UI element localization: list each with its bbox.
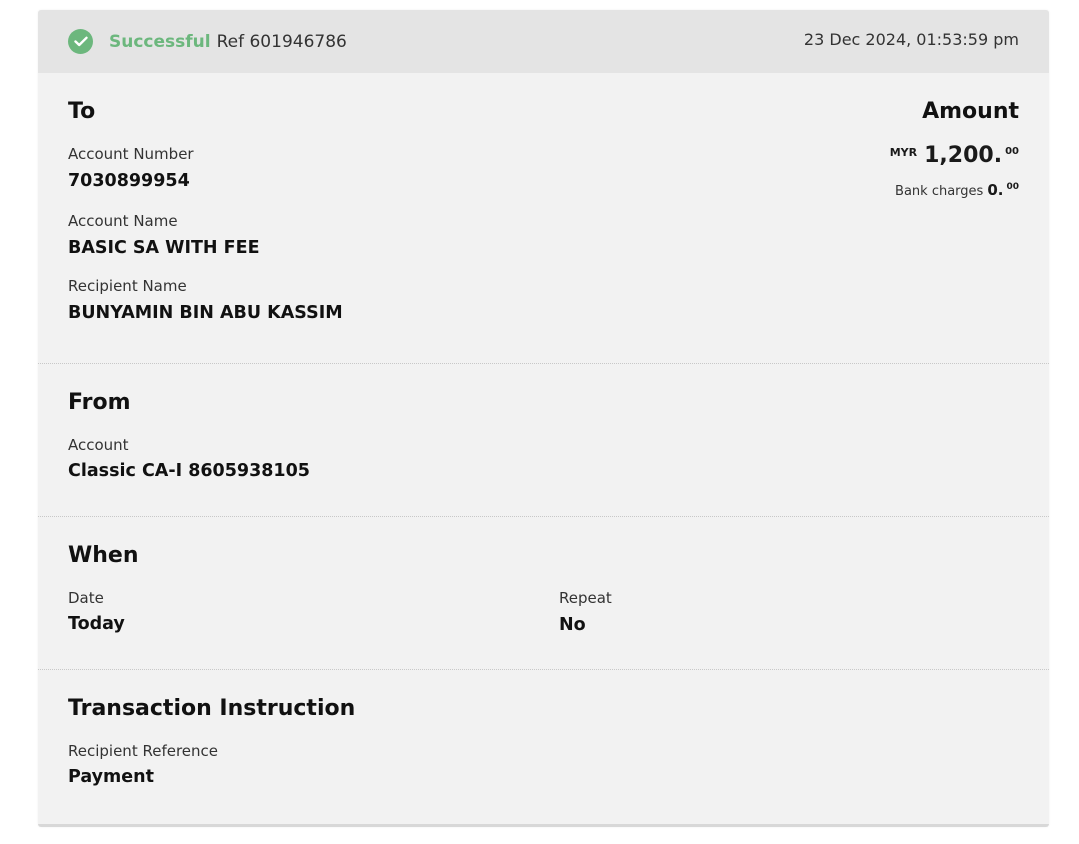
date-value: Today	[68, 614, 125, 634]
account-number-value: 7030899954	[68, 171, 190, 191]
repeat-value: No	[559, 615, 586, 635]
from-account-label: Account	[68, 436, 129, 454]
transaction-datetime: 23 Dec 2024, 01:53:59 pm	[803, 30, 1019, 49]
to-title: To	[68, 99, 96, 124]
from-section: From Account Classic CA-I 8605938105	[38, 364, 1049, 517]
recipient-reference-value: Payment	[68, 767, 154, 787]
status-summary: Successful Ref 601946786	[68, 29, 347, 54]
amount-currency: MYR	[889, 146, 918, 159]
bank-charges-cents: 00	[1006, 182, 1019, 192]
account-name-label: Account Name	[68, 212, 178, 230]
recipient-reference-label: Recipient Reference	[68, 742, 218, 760]
account-name-value: BASIC SA WITH FEE	[68, 238, 260, 258]
instruction-section: Transaction Instruction Recipient Refere…	[38, 670, 1049, 822]
date-label: Date	[68, 589, 104, 607]
bank-charges: Bank charges 0. 00	[895, 181, 1019, 199]
reference-number: Ref 601946786	[216, 31, 347, 52]
status-bar: Successful Ref 601946786 23 Dec 2024, 01…	[38, 10, 1049, 73]
from-title: From	[68, 390, 131, 415]
repeat-label: Repeat	[559, 589, 612, 607]
amount-main: 1,200.	[924, 143, 1003, 168]
instruction-title: Transaction Instruction	[68, 696, 356, 721]
amount-title: Amount	[922, 99, 1019, 124]
amount-cents: 00	[1005, 146, 1019, 157]
when-section: When Date Today Repeat No	[38, 517, 1049, 670]
from-account-value: Classic CA-I 8605938105	[68, 461, 310, 481]
recipient-name-value: BUNYAMIN BIN ABU KASSIM	[68, 303, 343, 323]
when-title: When	[68, 543, 139, 568]
amount-value: MYR 1,200. 00	[890, 143, 1019, 168]
bank-charges-value: 0.	[987, 181, 1004, 199]
recipient-name-label: Recipient Name	[68, 277, 187, 295]
status-label: Successful	[109, 31, 211, 52]
transaction-receipt: Successful Ref 601946786 23 Dec 2024, 01…	[38, 10, 1049, 827]
check-circle-icon	[68, 29, 93, 54]
account-number-label: Account Number	[68, 145, 194, 163]
bank-charges-label: Bank charges	[895, 184, 984, 199]
to-section: To Account Number 7030899954 Account Nam…	[38, 73, 1049, 364]
